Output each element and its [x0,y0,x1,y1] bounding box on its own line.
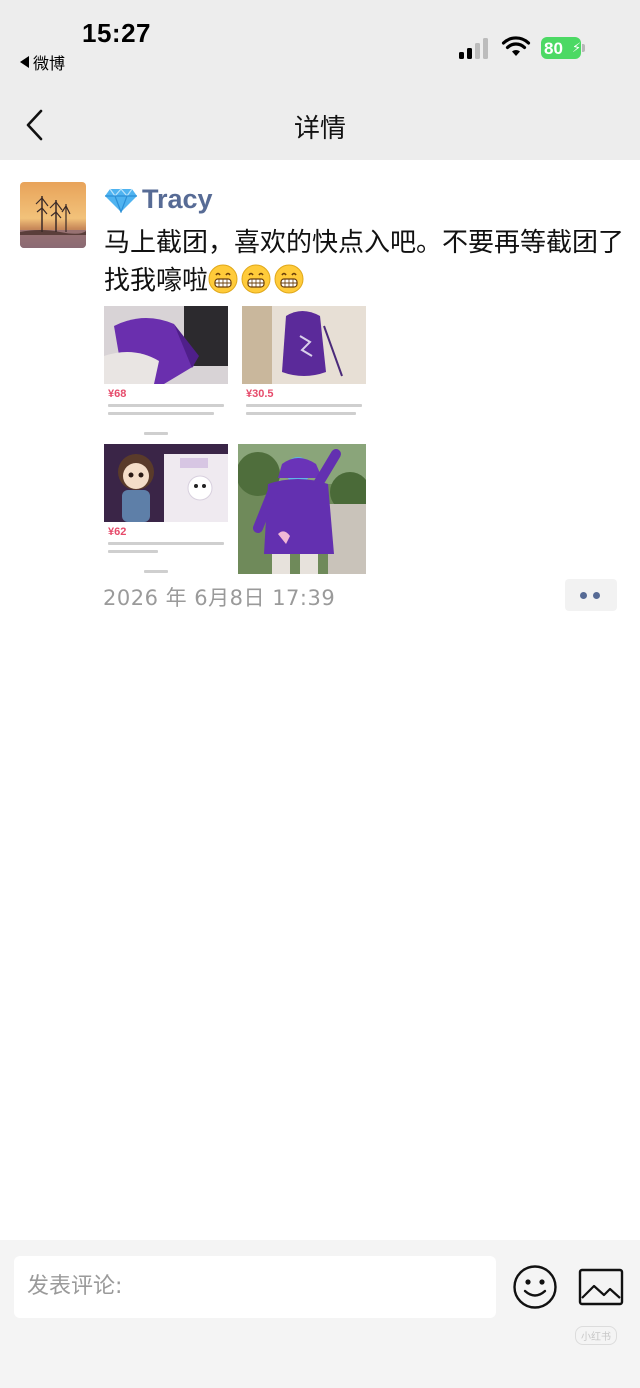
battery-indicator: 80 ⚡ [541,37,585,59]
wifi-icon [501,36,531,56]
purple-bag-photo [242,306,366,384]
author-name: Tracy [142,184,213,214]
cellular-signal-icon [459,37,491,59]
price-label: ¥30.5 [246,388,274,400]
purple-jacket-photo [104,306,228,384]
post-timestamp: 2026 年 6月8日 17:39 [103,586,336,610]
back-triangle-icon [20,56,29,68]
grimacing-face-emoji-icon [274,264,304,294]
dot-icon [580,592,587,599]
watermark-badge: 小红书 [575,1326,617,1345]
post-image-2[interactable]: ¥30.5 [242,306,366,436]
avatar-sunset-image [20,182,86,248]
post-body: 马上截团，喜欢的快点入吧。不要再等截团了找我嚎啦 [104,228,625,296]
gem-icon [105,187,137,213]
more-actions-button[interactable] [565,579,617,611]
post-image-3[interactable]: ¥62 [104,444,228,574]
emoji-picker-icon[interactable] [512,1264,558,1310]
page-title: 详情 [293,114,346,144]
price-label: ¥68 [108,388,127,400]
dot-icon [593,592,600,599]
comment-input[interactable]: 发表评论: [14,1256,496,1318]
back-to-app[interactable]: 微博 [20,50,65,74]
charging-icon: ⚡ [572,41,582,56]
avatar[interactable] [20,182,86,248]
purple-hoodie-photo [238,444,366,574]
post-image-4[interactable] [238,444,366,574]
grimacing-face-emoji-icon [208,264,238,294]
post-image-1[interactable]: ¥68 [104,306,228,436]
status-time: 15:27 [82,18,151,48]
grimacing-face-emoji-icon [241,264,271,294]
price-label: ¥62 [108,526,127,538]
back-app-label: 微博 [33,54,66,73]
battery-level: 80 [544,39,563,58]
plush-doll-photo [104,444,228,522]
image-picker-icon[interactable] [578,1268,624,1306]
author-link[interactable]: Tracy [104,184,213,215]
post-text: 马上截团，喜欢的快点入吧。不要再等截团了找我嚎啦 [104,224,629,300]
